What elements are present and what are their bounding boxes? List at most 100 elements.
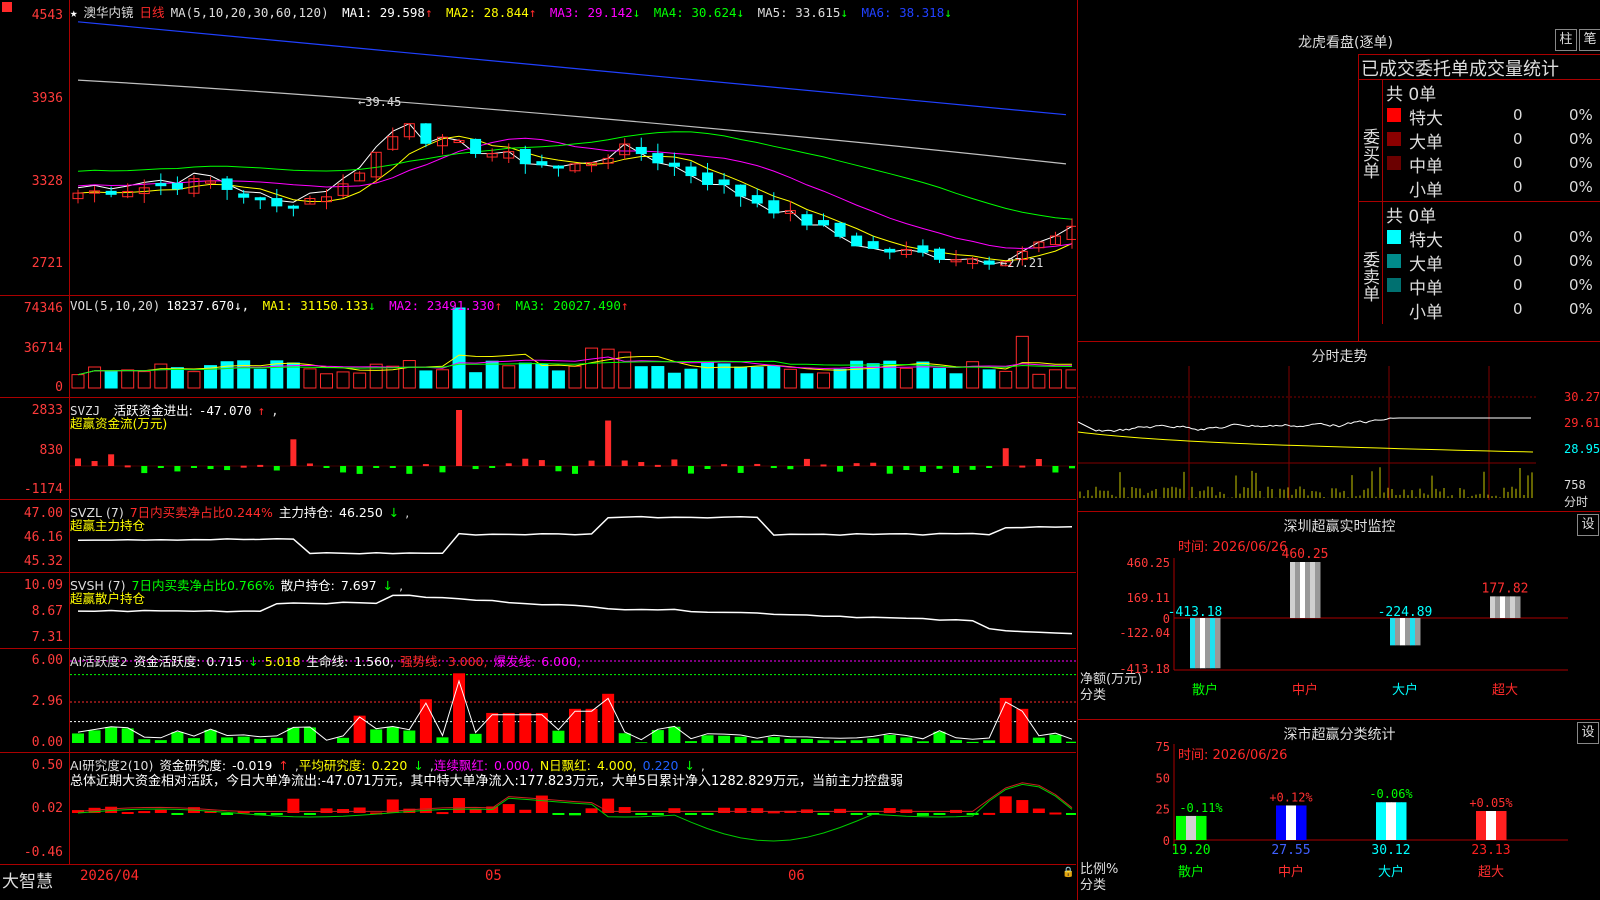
volume-bar	[88, 366, 102, 389]
research-bar	[983, 812, 996, 815]
stats-bar-stripe	[1291, 805, 1297, 840]
activity-bar	[502, 712, 515, 743]
price-y-label: 3936	[31, 91, 63, 106]
flow-bar	[886, 466, 893, 474]
buy-row-name: 特大	[1409, 109, 1443, 129]
tick-mode-button[interactable]: 笔	[1579, 29, 1600, 51]
menu-icon[interactable]	[2, 2, 12, 12]
flow-bar	[538, 460, 545, 466]
activity-bar	[933, 731, 946, 743]
activity-bar	[221, 737, 234, 743]
stats-bar-delta: +0.05%	[1469, 796, 1513, 810]
svzj-pane[interactable]: 2833 830 -1174 SVZJ 活跃资金进出: -47.070 ↑, 超赢资…	[0, 398, 1076, 500]
svzj-y-label: 830	[39, 443, 63, 458]
svzl-pane[interactable]: 47.00 46.16 45.32 SVZL (7) 7日内买卖净占比0.244%…	[0, 500, 1076, 573]
stats-bar-chart[interactable]: 75 50 25 0 -0.11% 19.20 散户 +0.12% 27.55 中户 -0.06% 3…	[1078, 720, 1600, 900]
flow-bar	[157, 466, 164, 468]
stats-bar-stripe	[1496, 811, 1502, 840]
volume-bar	[701, 362, 715, 389]
monitor-y-label: 460.25	[1127, 556, 1170, 570]
svzj-y-label: 2833	[31, 403, 63, 418]
ai-activity-pane[interactable]: 6.00 2.96 0.00 AI活跃度2 资金活跃度: 0.715 ↓ 5.018 生命…	[0, 649, 1076, 753]
activity-bar	[453, 673, 466, 743]
candle-body	[983, 260, 995, 265]
x-axis-label: 06	[788, 868, 805, 884]
stats-category-label: 散户	[1178, 864, 1204, 880]
monitor-bar-chart[interactable]: 460.25169.110-122.04-413.18-413.18散户460.…	[1078, 512, 1600, 720]
volume-bar	[170, 367, 184, 389]
flow-bar	[257, 464, 264, 467]
stats-bar	[1476, 811, 1507, 840]
activity-bar	[867, 738, 880, 743]
monitor-bar	[1390, 618, 1421, 646]
monitor-bar-stripe	[1400, 618, 1406, 646]
activity-bar	[403, 730, 416, 743]
ai-research-pane[interactable]: 0.50 0.02 -0.46 AI研究度2(10) 资金研究度: -0.019 ↑,…	[0, 753, 1076, 865]
monitor-y-label: -122.04	[1119, 626, 1170, 640]
activity-bar	[519, 712, 532, 743]
retail-holding-line	[77, 594, 1073, 635]
stats-bar	[1176, 815, 1207, 840]
intraday-panel[interactable]: 分时走势 30.27 29.61 28.95 758 分时	[1077, 342, 1600, 512]
lock-icon[interactable]: 🔒	[1062, 867, 1074, 878]
activity-bar	[734, 736, 747, 743]
ai2-y-label: -0.46	[23, 845, 63, 860]
monitor-bar-stripe	[1295, 562, 1301, 618]
volume-bar	[137, 371, 151, 389]
volume-bar	[568, 365, 582, 389]
period-label[interactable]: 日线	[140, 5, 165, 20]
candlestick-chart[interactable]	[0, 0, 1076, 296]
stats-y-label: 50	[1156, 771, 1170, 785]
stats-bar-delta: +0.12%	[1269, 790, 1313, 804]
svsh-pane[interactable]: 10.09 8.67 7.31 SVSH (7) 7日内买卖净占比0.766% 散户…	[0, 573, 1076, 649]
activity-bar	[237, 736, 250, 743]
activity-bar	[171, 731, 184, 743]
buy-m-swatch	[1387, 156, 1401, 170]
monitor-bar-stripe	[1195, 618, 1201, 669]
volume-pane[interactable]: 74346 36714 0 VOL(5,10,20) 18237.670↓, MA…	[0, 296, 1076, 398]
monitor-category-label: 大户	[1392, 682, 1418, 698]
intraday-chart[interactable]	[1078, 342, 1600, 512]
ma1-readout: MA1: 29.598↑	[342, 5, 433, 20]
flow-bar	[588, 460, 595, 466]
activity-bar	[585, 708, 598, 743]
flow-bar	[555, 466, 562, 472]
research-bar	[999, 796, 1012, 813]
sell-row-pct: 0%	[1569, 300, 1593, 318]
activity-bar	[187, 738, 200, 743]
stats-y-label: 25	[1156, 803, 1170, 817]
stats-bar-stripe	[1186, 815, 1192, 840]
research-bar	[569, 813, 581, 816]
sell-row-name: 小单	[1409, 303, 1443, 323]
svzj-subtitle: 超赢资金流(万元)	[70, 416, 168, 431]
sell-row-name: 中单	[1409, 279, 1443, 299]
flow-bar	[373, 466, 380, 468]
research-bar	[154, 809, 167, 813]
stats-bar-stripe	[1491, 811, 1497, 840]
volume-bar	[949, 373, 963, 389]
monitor-bar-stripe	[1515, 596, 1521, 618]
favorite-star-icon[interactable]: ★	[70, 5, 78, 20]
volume-bar	[336, 371, 350, 389]
stats-bar-value: 27.55	[1271, 843, 1310, 858]
candle-body	[718, 179, 730, 186]
activity-bar	[800, 739, 813, 743]
stats-bar-stripe	[1191, 815, 1197, 840]
candle-body	[470, 138, 482, 154]
intraday-y-label: 28.95	[1564, 442, 1600, 456]
stats-bar-stripe	[1181, 815, 1187, 840]
research-bar	[221, 813, 234, 815]
intraday-unit: 分时	[1564, 495, 1589, 509]
research-bar	[668, 808, 681, 813]
activity-bar	[469, 733, 482, 743]
monitor-bar-value: -413.18	[1168, 605, 1223, 620]
flow-bar	[1002, 448, 1009, 466]
monitor-bar-stripe	[1210, 618, 1216, 669]
price-pane[interactable]: 4543 3936 3328 2721 ★ 澳华内镜 日线 MA(5,10,20,30…	[0, 0, 1076, 296]
monitor-panel: 深圳超赢实时监控 设 时间: 2026/06/26 460.25 169.11 0-…	[1077, 512, 1600, 720]
svsh-subtitle: 超赢散户持仓	[70, 591, 146, 606]
bar-mode-button[interactable]: 柱	[1555, 29, 1577, 51]
flow-bar	[356, 466, 363, 474]
monitor-bar-stripe	[1215, 618, 1221, 669]
stats-bar-value: 23.13	[1471, 843, 1510, 858]
